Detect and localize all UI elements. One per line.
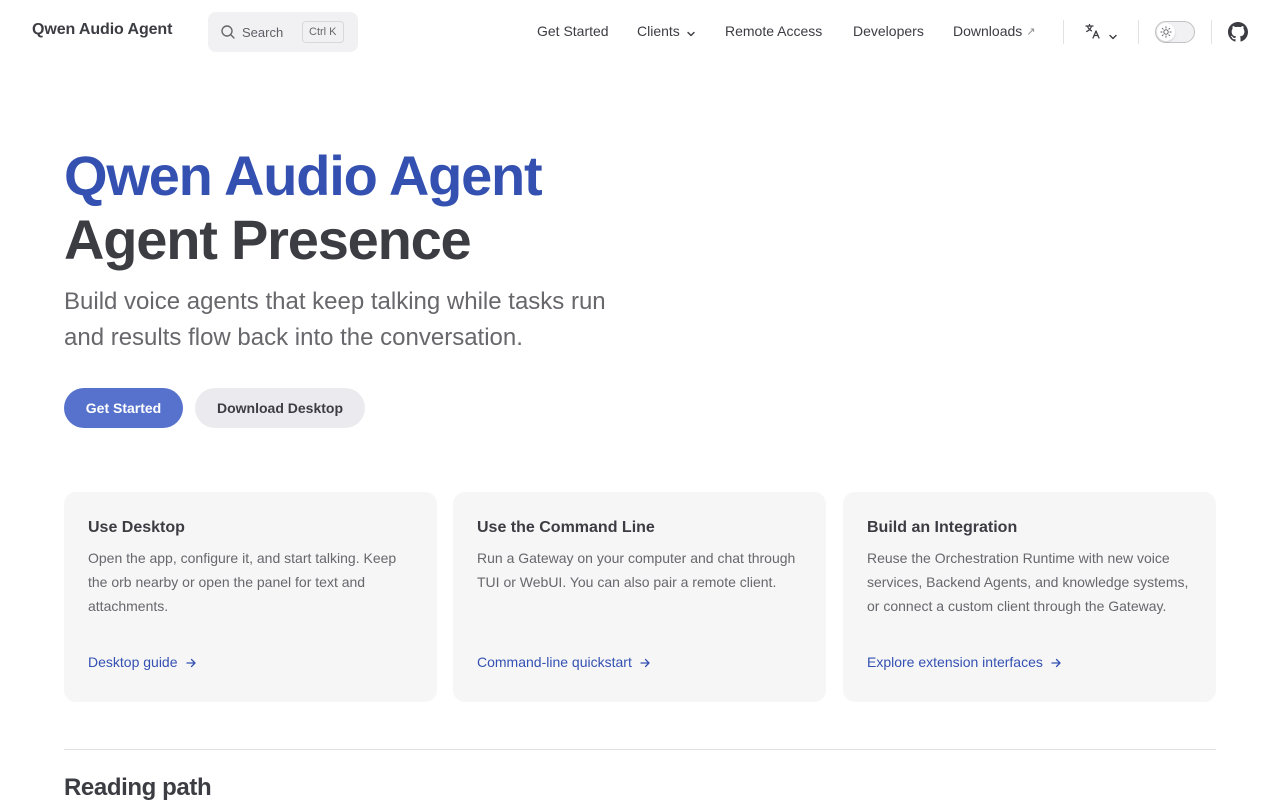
feature-card-command-line[interactable]: Use the Command Line Run a Gateway on yo… [453,492,826,702]
feature-details: Open the app, configure it, and start ta… [88,550,397,614]
arrow-right-icon [639,656,651,668]
hero-name: Qwen Audio Agent [64,144,543,207]
nav-divider [1211,20,1212,44]
chevron-down-icon [1108,29,1118,39]
feature-title: Use the Command Line [477,519,655,536]
search-shortcut-badge: Ctrl K [302,21,344,43]
language-switcher[interactable] [1084,22,1118,45]
site-title[interactable]: Qwen Audio Agent [32,21,172,39]
nav-divider [1138,20,1139,44]
github-link[interactable] [1228,22,1248,42]
nav-downloads-label: Downloads [953,23,1023,39]
feature-link-label: Desktop guide [88,654,178,670]
reading-path-heading: Reading path [64,774,212,800]
nav-get-started[interactable]: Get Started [537,23,609,39]
feature-title: Build an Integration [867,519,1018,536]
appearance-toggle[interactable] [1155,21,1195,43]
nav-clients-label: Clients [637,23,680,39]
get-started-button[interactable]: Get Started [64,388,183,428]
search-button[interactable]: Search Ctrl K [208,12,358,52]
external-link-icon: ↗ [1026,25,1036,38]
feature-card-desktop[interactable]: Use Desktop Open the app, configure it, … [64,492,437,702]
nav-developers-label: Developers [853,23,924,39]
feature-link-extension-interfaces[interactable]: Explore extension interfaces [867,654,1062,670]
translate-icon [1084,22,1102,45]
hero-tagline: Build voice agents that keep talking whi… [64,288,606,351]
hero-text: Agent Presence [64,208,472,271]
download-desktop-button[interactable]: Download Desktop [195,388,365,428]
nav-remote-access[interactable]: Remote Access [725,23,822,39]
feature-link-desktop-guide[interactable]: Desktop guide [88,654,197,670]
nav-get-started-label: Get Started [537,23,609,39]
nav-remote-access-label: Remote Access [725,23,823,39]
nav-developers[interactable]: Developers [853,23,924,39]
feature-link-label: Explore extension interfaces [867,654,1043,670]
nav-downloads[interactable]: Downloads ↗ [953,23,1035,39]
sun-icon [1157,23,1175,41]
nav-divider [1063,20,1064,44]
arrow-right-icon [185,656,197,668]
search-icon [220,24,236,40]
feature-card-integration[interactable]: Build an Integration Reuse the Orchestra… [843,492,1216,702]
feature-details: Reuse the Orchestration Runtime with new… [867,550,1189,614]
feature-link-label: Command-line quickstart [477,654,632,670]
github-icon [1228,22,1248,46]
arrow-right-icon [1050,656,1062,668]
feature-link-command-line-quickstart[interactable]: Command-line quickstart [477,654,651,670]
search-label: Search [242,24,284,40]
nav-clients-dropdown[interactable]: Clients [637,23,696,39]
feature-title: Use Desktop [88,519,185,536]
feature-details: Run a Gateway on your computer and chat … [477,550,796,590]
top-nav: Qwen Audio Agent Search Ctrl K Get Start… [0,0,1280,64]
section-divider [64,749,1216,750]
chevron-down-icon [686,26,696,37]
